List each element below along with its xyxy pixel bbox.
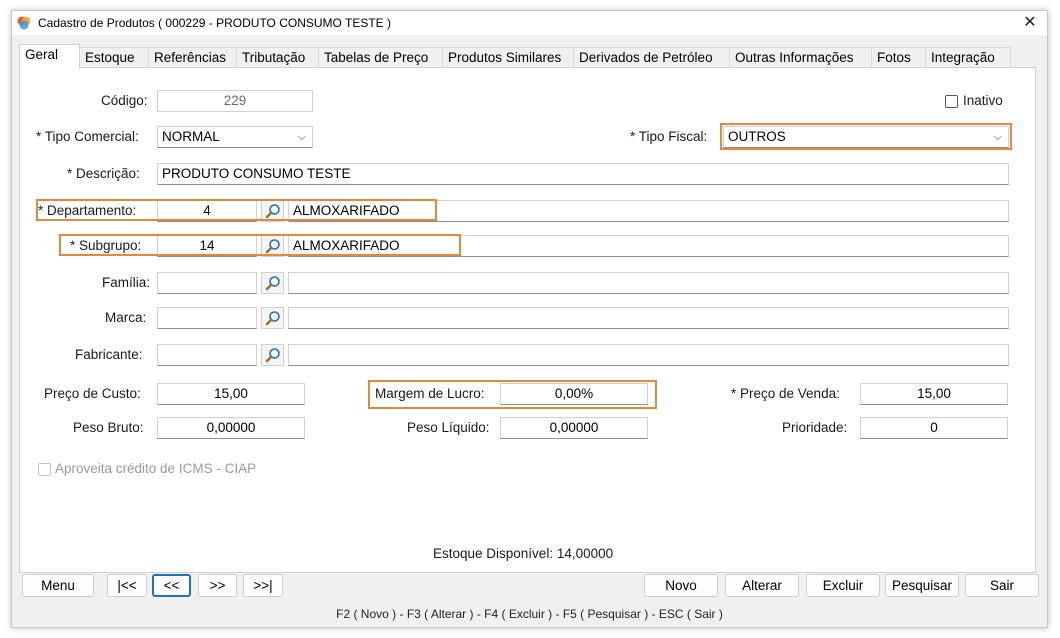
tab-referencias[interactable]: Referências bbox=[148, 47, 237, 68]
margem-lucro-label: Margem de Lucro: bbox=[375, 386, 485, 401]
preco-venda-label: * Preço de Venda: bbox=[731, 386, 840, 401]
chevron-down-icon: ⌵ bbox=[297, 131, 306, 143]
tab-produtos-similares[interactable]: Produtos Similares bbox=[442, 47, 574, 68]
tipo-fiscal-value: OUTROS bbox=[728, 129, 786, 144]
close-icon[interactable]: ✕ bbox=[1013, 11, 1047, 35]
tipo-comercial-select[interactable]: NORMAL ⌵ bbox=[157, 126, 313, 148]
tab-derivados-de-petroleo[interactable]: Derivados de Petróleo bbox=[573, 47, 730, 68]
marca-search-button[interactable] bbox=[261, 307, 284, 329]
descricao-field[interactable]: PRODUTO CONSUMO TESTE bbox=[157, 163, 1009, 185]
tipo-fiscal-label: * Tipo Fiscal: bbox=[630, 129, 708, 144]
magnifier-icon bbox=[265, 276, 280, 291]
prioridade-label: Prioridade: bbox=[782, 420, 848, 435]
magnifier-icon bbox=[265, 311, 280, 326]
marca-name-field[interactable] bbox=[288, 307, 1009, 329]
product-registration-window: Cadastro de Produtos ( 000229 - PRODUTO … bbox=[11, 10, 1048, 628]
descricao-label: * Descrição: bbox=[67, 166, 140, 181]
general-tab-panel: Código: 229 Inativo * Tipo Comercial: NO… bbox=[19, 67, 1036, 573]
subgrupo-label: * Subgrupo: bbox=[70, 238, 142, 253]
familia-name-field[interactable] bbox=[288, 272, 1009, 294]
novo-button[interactable]: Novo bbox=[644, 574, 718, 597]
fabricante-label: Fabricante: bbox=[75, 347, 143, 362]
margem-lucro-field[interactable]: 0,00% bbox=[500, 383, 648, 405]
tab-tabelas-de-preco[interactable]: Tabelas de Preço bbox=[318, 47, 443, 68]
tab-geral[interactable]: Geral bbox=[19, 44, 80, 69]
first-record-button[interactable]: |<< bbox=[107, 574, 147, 597]
shortcut-status-bar: F2 ( Novo ) - F3 ( Alterar ) - F4 ( Excl… bbox=[336, 607, 723, 621]
magnifier-icon bbox=[265, 204, 280, 219]
preco-custo-field[interactable]: 15,00 bbox=[157, 383, 305, 405]
familia-search-button[interactable] bbox=[261, 272, 284, 294]
inativo-label: Inativo bbox=[963, 93, 1003, 108]
tab-estoque[interactable]: Estoque bbox=[79, 47, 149, 68]
peso-liquido-field[interactable]: 0,00000 bbox=[500, 417, 648, 439]
ciap-label: Aproveita crédito de ICMS - CIAP bbox=[55, 461, 257, 476]
tipo-comercial-value: NORMAL bbox=[162, 129, 220, 144]
fabricante-search-button[interactable] bbox=[261, 344, 284, 366]
peso-bruto-label: Peso Bruto: bbox=[73, 420, 144, 435]
excluir-button[interactable]: Excluir bbox=[806, 574, 880, 597]
fabricante-code-field[interactable] bbox=[157, 344, 257, 366]
menu-button[interactable]: Menu bbox=[22, 574, 94, 597]
departamento-code-field[interactable]: 4 bbox=[157, 200, 257, 222]
app-logo-icon bbox=[17, 16, 31, 30]
inativo-checkbox[interactable] bbox=[945, 95, 958, 108]
departamento-search-button[interactable] bbox=[261, 200, 284, 222]
tab-outras-informacoes[interactable]: Outras Informações bbox=[729, 47, 872, 68]
familia-label: Família: bbox=[102, 275, 151, 290]
title-bar: Cadastro de Produtos ( 000229 - PRODUTO … bbox=[12, 11, 1047, 35]
preco-custo-label: Preço de Custo: bbox=[44, 386, 141, 401]
last-record-button[interactable]: >>| bbox=[243, 574, 283, 597]
departamento-name-field[interactable]: ALMOXARIFADO bbox=[288, 200, 1009, 222]
tab-fotos[interactable]: Fotos bbox=[871, 47, 926, 68]
next-record-button[interactable]: >> bbox=[198, 574, 237, 597]
window-title: Cadastro de Produtos ( 000229 - PRODUTO … bbox=[38, 16, 392, 30]
tipo-comercial-label: * Tipo Comercial: bbox=[36, 129, 139, 144]
peso-bruto-field[interactable]: 0,00000 bbox=[157, 417, 305, 439]
codigo-label: Código: bbox=[101, 93, 148, 108]
tab-integracao[interactable]: Integração bbox=[925, 47, 1011, 68]
sair-button[interactable]: Sair bbox=[965, 574, 1039, 597]
departamento-label: * Departamento: bbox=[38, 203, 137, 218]
chevron-down-icon: ⌵ bbox=[993, 131, 1002, 143]
familia-code-field[interactable] bbox=[157, 272, 257, 294]
magnifier-icon bbox=[265, 239, 280, 254]
ciap-checkbox[interactable] bbox=[38, 463, 51, 476]
estoque-disponivel-text: Estoque Disponível: 14,00000 bbox=[433, 546, 614, 561]
subgrupo-code-field[interactable]: 14 bbox=[157, 235, 257, 257]
pesquisar-button[interactable]: Pesquisar bbox=[885, 574, 959, 597]
codigo-field[interactable]: 229 bbox=[157, 90, 313, 112]
magnifier-icon bbox=[265, 348, 280, 363]
tipo-fiscal-select[interactable]: OUTROS ⌵ bbox=[723, 126, 1009, 148]
tab-tributacao[interactable]: Tributação bbox=[236, 47, 319, 68]
subgrupo-name-field[interactable]: ALMOXARIFADO bbox=[288, 235, 1009, 257]
fabricante-name-field[interactable] bbox=[288, 344, 1009, 366]
previous-record-button[interactable]: << bbox=[152, 574, 191, 597]
marca-label: Marca: bbox=[105, 310, 147, 325]
marca-code-field[interactable] bbox=[157, 307, 257, 329]
prioridade-field[interactable]: 0 bbox=[860, 417, 1008, 439]
subgrupo-search-button[interactable] bbox=[261, 235, 284, 257]
alterar-button[interactable]: Alterar bbox=[725, 574, 799, 597]
peso-liquido-label: Peso Líquido: bbox=[407, 420, 490, 435]
preco-venda-field[interactable]: 15,00 bbox=[860, 383, 1008, 405]
